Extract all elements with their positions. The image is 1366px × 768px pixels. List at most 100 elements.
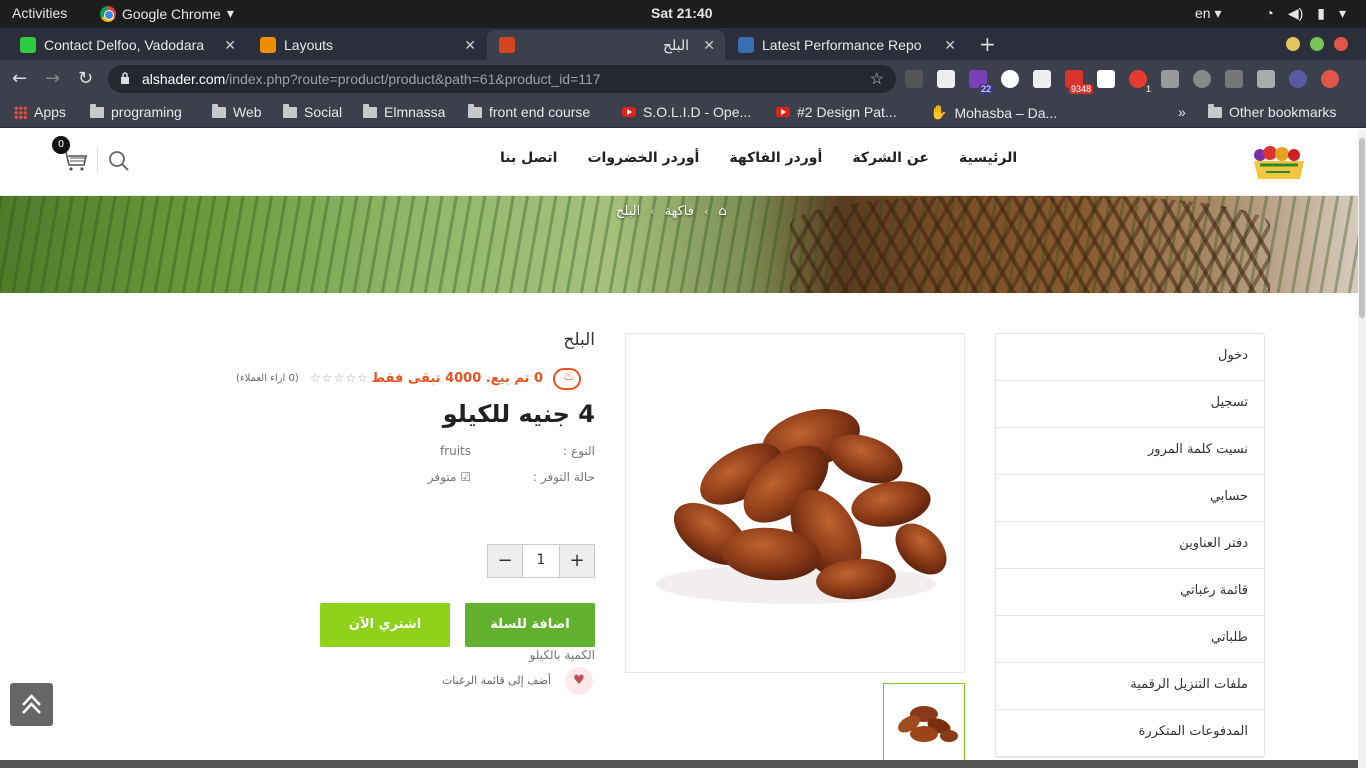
reload-icon[interactable]: ↻	[78, 68, 93, 89]
menu-contact[interactable]: اتصل بنا	[500, 150, 557, 166]
toolbar: ← → ↻ alshader.com/index.php?route=produ…	[0, 60, 1366, 98]
close-icon[interactable]: ✕	[464, 37, 476, 54]
extension-icon[interactable]	[1225, 70, 1243, 88]
tab-performance-report[interactable]: Latest Performance Repo ✕	[726, 30, 966, 60]
tab-active-product[interactable]: البلح ✕	[487, 30, 725, 60]
bookmark-video[interactable]: S.O.L.I.D - Ope...	[622, 104, 751, 120]
close-icon[interactable]: ✕	[944, 37, 956, 54]
close-window-button[interactable]	[1334, 37, 1348, 51]
profile-avatar[interactable]	[1289, 70, 1307, 88]
extension-icon[interactable]	[1097, 70, 1115, 88]
add-to-cart-button[interactable]: اضافة للسلة	[465, 603, 595, 647]
account-sidebar: دخول تسجيل نسيت كلمة المرور حسابي دفتر ا…	[995, 333, 1265, 758]
bookmark-folder[interactable]: programing	[90, 103, 182, 120]
tab-favicon	[260, 37, 276, 53]
fire-icon: ♨	[553, 368, 581, 390]
bookmark-star-icon[interactable]: ☆	[870, 69, 884, 89]
breadcrumb-category[interactable]: فاكهة	[665, 204, 694, 219]
bookmark-label: Web	[233, 104, 262, 120]
minimize-button[interactable]	[1286, 37, 1300, 51]
quantity-input[interactable]: 1	[522, 545, 560, 577]
account-link-login[interactable]: دخول	[996, 334, 1264, 381]
camera-icon[interactable]	[1161, 70, 1179, 88]
bookmark-folder[interactable]: front end course	[468, 103, 590, 120]
close-icon[interactable]: ✕	[703, 37, 715, 54]
tab-label: Latest Performance Repo	[762, 37, 922, 53]
extension-icon[interactable]: 1	[1129, 70, 1153, 94]
extension-icon[interactable]	[1001, 70, 1019, 88]
back-arrow-icon[interactable]: ←	[12, 68, 27, 89]
account-link-orders[interactable]: طلباتي	[996, 616, 1264, 663]
maximize-button[interactable]	[1310, 37, 1324, 51]
extension-icon[interactable]	[1193, 70, 1211, 88]
activities-button[interactable]: Activities	[12, 5, 67, 21]
account-link-my-account[interactable]: حسابي	[996, 475, 1264, 522]
bookmark-mohasba[interactable]: ✋ Mohasba – Da...	[930, 104, 1057, 121]
extension-icon[interactable]	[937, 70, 955, 88]
tab-layouts[interactable]: Layouts ✕	[248, 30, 486, 60]
breadcrumb-current[interactable]: البلح	[616, 204, 640, 219]
mail-icon[interactable]: 9348	[1065, 70, 1093, 94]
menu-fruit-order[interactable]: أوردر الفاكهة	[729, 150, 822, 166]
account-link-register[interactable]: تسجيل	[996, 381, 1264, 428]
bookmark-folder[interactable]: Web	[212, 103, 262, 120]
clock[interactable]: Sat 21:40	[651, 5, 712, 21]
account-link-downloads[interactable]: ملفات التنزيل الرقمية	[996, 663, 1264, 710]
sales-row: ♨ 0 تم بيع. 4000 تبقى فقط ☆☆☆☆☆ (0 اراء …	[230, 368, 595, 390]
extension-icon[interactable]	[1033, 70, 1051, 88]
extension-icon[interactable]	[1257, 70, 1275, 88]
bookmark-other[interactable]: Other bookmarks	[1208, 103, 1336, 120]
scroll-to-top-button[interactable]	[10, 683, 53, 726]
page-banner: ⌂ › فاكهة › البلح	[0, 196, 1358, 293]
extensions-row: 22 9348 1	[905, 70, 1339, 94]
scrollbar-thumb[interactable]	[1359, 138, 1365, 318]
account-link-forgot-password[interactable]: نسيت كلمة المرور	[996, 428, 1264, 475]
address-bar[interactable]: alshader.com/index.php?route=product/pro…	[108, 65, 896, 93]
add-to-wishlist[interactable]: ♥ أضف إلى قائمة الرغبات	[395, 667, 595, 695]
menu-about[interactable]: عن الشركة	[852, 150, 929, 166]
breadcrumb-separator: ›	[703, 205, 709, 218]
site-logo[interactable]	[1250, 145, 1308, 183]
bookmark-folder[interactable]: Elmnassa	[363, 103, 445, 120]
extension-icon[interactable]	[905, 70, 923, 88]
account-link-address-book[interactable]: دفتر العناوين	[996, 522, 1264, 569]
bookmark-video[interactable]: #2 Design Pat...	[776, 104, 897, 120]
update-icon[interactable]	[1321, 70, 1339, 88]
bookmarks-overflow-button[interactable]: »	[1178, 104, 1186, 120]
youtube-icon	[776, 107, 790, 117]
language-label: en	[1195, 5, 1211, 21]
extension-icon[interactable]: 22	[969, 70, 993, 94]
double-chevron-up-icon	[22, 694, 41, 714]
reviews-link[interactable]: (0 اراء العملاء)	[236, 373, 299, 384]
vertical-scrollbar[interactable]	[1358, 130, 1366, 768]
product-thumbnail[interactable]	[883, 683, 965, 765]
product-info: البلح ♨ 0 تم بيع. 4000 تبقى فقط ☆☆☆☆☆ (0…	[230, 330, 595, 662]
battery-icon: ▮	[1317, 5, 1325, 21]
search-icon[interactable]	[108, 150, 130, 172]
rating-stars: ☆☆☆☆☆	[310, 371, 369, 385]
system-tray[interactable]: ◔ ◀) ▮ ▾	[1265, 5, 1346, 22]
tab-contact-delfoo[interactable]: Contact Delfoo, Vadodara ✕	[8, 30, 246, 60]
home-icon[interactable]: ⌂	[718, 204, 726, 219]
site-header: الرئيسية عن الشركة أوردر الفاكهة أوردر ا…	[0, 130, 1358, 196]
close-icon[interactable]: ✕	[224, 37, 236, 54]
quantity-label: الكمية بالكيلو	[529, 648, 596, 662]
forward-arrow-icon[interactable]: →	[45, 68, 60, 89]
bookmark-label: S.O.L.I.D - Ope...	[643, 104, 752, 120]
language-indicator[interactable]: en ▾	[1195, 5, 1222, 22]
quantity-decrease-button[interactable]: −	[488, 545, 522, 577]
new-tab-button[interactable]: +	[979, 32, 996, 56]
dates-image	[656, 409, 947, 604]
app-menu[interactable]: Google Chrome ▾	[100, 5, 234, 22]
quantity-increase-button[interactable]: +	[560, 545, 594, 577]
menu-veg-order[interactable]: أوردر الخضروات	[587, 150, 699, 166]
bookmark-folder[interactable]: Social	[283, 103, 342, 120]
menu-home[interactable]: الرئيسية	[959, 150, 1017, 166]
account-link-recurring[interactable]: المدفوعات المتكررة	[996, 710, 1264, 757]
account-link-wishlist[interactable]: قائمة رغباتي	[996, 569, 1264, 616]
product-main-image[interactable]	[625, 333, 965, 673]
folder-icon	[1208, 103, 1222, 118]
bookmark-apps[interactable]: Apps	[14, 104, 66, 120]
horizontal-scrollbar[interactable]	[0, 760, 1358, 768]
buy-now-button[interactable]: اشتري الآن	[320, 603, 450, 647]
